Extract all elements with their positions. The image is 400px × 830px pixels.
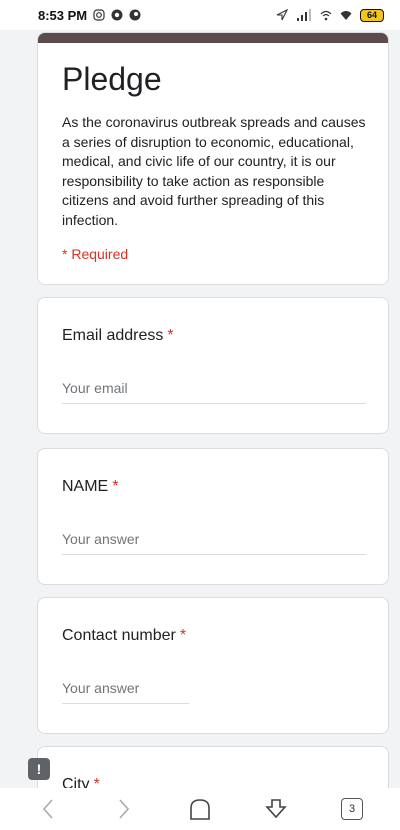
required-star: * <box>167 327 174 344</box>
question-name-card: NAME * <box>37 448 389 585</box>
email-input[interactable] <box>62 376 366 404</box>
question-label-text: City <box>62 776 90 788</box>
battery-icon: 64 <box>360 8 384 22</box>
status-bar: 8:53 PM 64 <box>0 0 400 30</box>
question-label: Email address * <box>62 327 174 345</box>
required-star: * <box>179 627 187 644</box>
required-star: * <box>112 478 119 495</box>
question-label-text: Contact number <box>62 627 176 644</box>
question-label: Contact number * <box>62 627 186 645</box>
question-label: NAME * <box>62 478 118 496</box>
question-label-text: Email address <box>62 327 164 344</box>
browser-nav-bar: 3 <box>0 788 400 830</box>
required-note: * Required <box>62 246 129 262</box>
form-area[interactable]: Pledge As the coronavirus outbreak sprea… <box>0 30 400 788</box>
back-button[interactable] <box>28 789 68 829</box>
question-city-card: City * <box>37 746 389 788</box>
tabs-icon: 3 <box>341 798 363 820</box>
question-email-card: Email address * <box>37 297 389 434</box>
contact-number-input[interactable] <box>62 676 189 704</box>
feedback-icon[interactable]: ! <box>28 758 50 780</box>
required-star: * <box>93 776 100 788</box>
hotspot-icon <box>320 10 332 21</box>
forward-icon <box>119 799 130 819</box>
name-input[interactable] <box>62 527 366 555</box>
back-icon <box>42 799 53 819</box>
home-icon <box>190 799 210 820</box>
navigation-icon <box>276 9 288 21</box>
wifi-icon <box>340 11 352 20</box>
download-button[interactable] <box>256 789 296 829</box>
status-right: 64 <box>276 8 384 22</box>
header-color-band <box>38 33 388 43</box>
question-label-text: NAME <box>62 478 109 495</box>
browser-icon <box>129 9 141 21</box>
home-button[interactable] <box>180 789 220 829</box>
instagram-icon <box>93 9 105 21</box>
form-header-card: Pledge As the coronavirus outbreak sprea… <box>37 32 389 285</box>
status-left: 8:53 PM <box>38 8 141 23</box>
signal-icon <box>297 9 311 21</box>
forward-button[interactable] <box>104 789 144 829</box>
question-contact-card: Contact number * <box>37 597 389 734</box>
chrome-icon <box>111 9 123 21</box>
form-description: As the coronavirus outbreak spreads and … <box>62 114 366 228</box>
download-icon <box>265 799 287 819</box>
form-title: Pledge <box>62 61 162 97</box>
question-label: City * <box>62 776 100 788</box>
status-time: 8:53 PM <box>38 7 88 23</box>
tabs-button[interactable]: 3 <box>332 789 372 829</box>
